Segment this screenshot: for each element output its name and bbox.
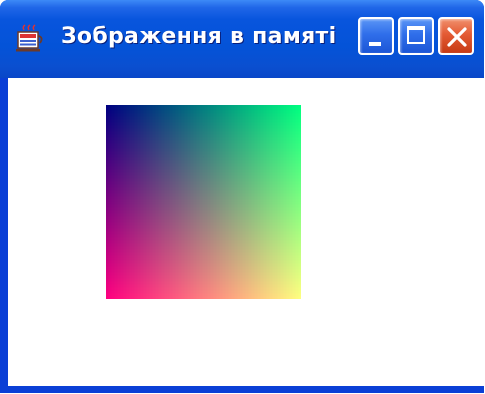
in-memory-image	[106, 105, 301, 299]
java-cup-icon[interactable]	[14, 23, 46, 53]
client-area	[8, 78, 484, 386]
window-title: Зображення в памяті	[61, 24, 337, 49]
close-icon	[447, 27, 467, 47]
title-bar[interactable]: Зображення в памяті	[0, 0, 484, 78]
maximize-icon	[407, 26, 425, 44]
minimize-button[interactable]	[358, 17, 394, 55]
app-window: Зображення в памяті	[0, 0, 484, 393]
close-button[interactable]	[438, 17, 474, 55]
maximize-button[interactable]	[398, 17, 434, 55]
minimize-icon	[369, 42, 381, 46]
